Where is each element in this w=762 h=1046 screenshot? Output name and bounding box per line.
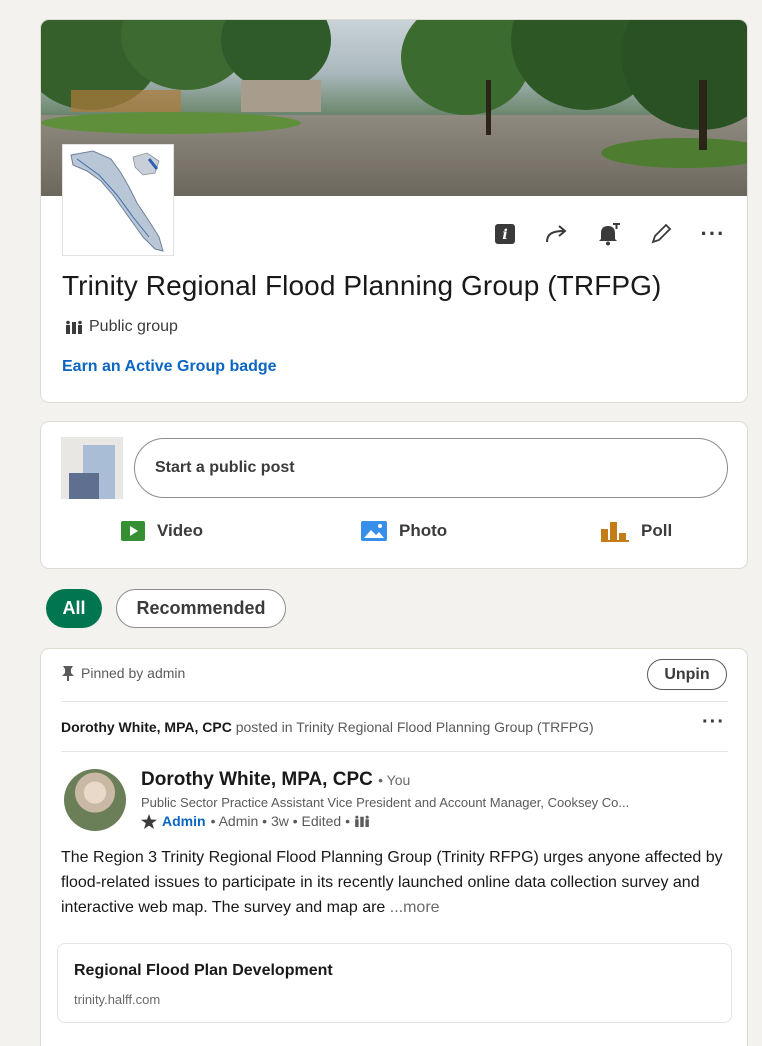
author-meta: Admin • Admin • 3w • Edited •: [141, 813, 369, 829]
photo-icon: [361, 521, 387, 541]
page: i ··· Trinity Regional Flood Planning Gr…: [20, 0, 749, 1046]
user-avatar[interactable]: [61, 437, 123, 499]
group-people-icon: [66, 320, 82, 334]
link-preview-card[interactable]: Regional Flood Plan Development trinity.…: [57, 943, 732, 1023]
pinned-row: Pinned by admin: [61, 665, 185, 681]
edit-pencil-icon[interactable]: [647, 220, 675, 248]
post-body: The Region 3 Trinity Regional Flood Plan…: [61, 845, 731, 920]
author-name-row: Dorothy White, MPA, CPC • You: [141, 769, 410, 791]
posted-in-prefix: posted in: [235, 719, 293, 735]
group-type-label: Public group: [89, 318, 178, 335]
video-button[interactable]: Video: [121, 520, 203, 542]
posted-in-group[interactable]: Trinity Regional Flood Planning Group (T…: [296, 719, 594, 735]
poll-button[interactable]: Poll: [601, 520, 672, 542]
svg-text:i: i: [502, 227, 507, 243]
video-icon: [121, 521, 145, 541]
see-more-link[interactable]: ...more: [390, 899, 440, 916]
pinned-post-card: Pinned by admin Unpin Dorothy White, MPA…: [40, 648, 748, 1046]
link-domain: trinity.halff.com: [74, 992, 161, 1007]
pinned-label: Pinned by admin: [81, 665, 186, 681]
admin-star-icon: [141, 813, 157, 829]
group-type: Public group: [66, 318, 178, 336]
media-options: Video Photo Poll: [41, 520, 747, 554]
filter-recommended-pill[interactable]: Recommended: [116, 589, 286, 628]
group-header-card: i ··· Trinity Regional Flood Planning Gr…: [40, 19, 748, 403]
author-headline: Public Sector Practice Assistant Vice Pr…: [141, 795, 630, 810]
info-icon[interactable]: i: [491, 220, 519, 248]
pin-icon: [62, 666, 74, 681]
video-label: Video: [157, 521, 203, 540]
poster-name[interactable]: Dorothy White, MPA, CPC: [61, 719, 232, 735]
group-action-row: i ···: [491, 220, 727, 248]
start-post-input[interactable]: Start a public post: [134, 438, 728, 498]
posted-in-row: Dorothy White, MPA, CPC posted in Trinit…: [61, 719, 594, 735]
share-icon[interactable]: [543, 220, 571, 248]
group-logo: [62, 144, 174, 256]
earn-badge-link[interactable]: Earn an Active Group badge: [62, 358, 277, 376]
photo-label: Photo: [399, 521, 448, 540]
author-meta-text: • Admin • 3w • Edited •: [210, 813, 351, 829]
notification-bell-icon[interactable]: [595, 220, 623, 248]
divider: [61, 701, 728, 702]
trinity-basin-map-icon: [70, 150, 164, 252]
group-title: Trinity Regional Flood Planning Group (T…: [62, 270, 662, 301]
post-composer-card: Start a public post Video Photo Poll: [40, 421, 748, 569]
more-horizontal-icon[interactable]: ···: [699, 220, 727, 248]
you-label: • You: [378, 772, 411, 788]
poll-icon: [601, 522, 629, 542]
admin-role-label: Admin: [162, 813, 206, 829]
link-title: Regional Flood Plan Development: [74, 962, 333, 979]
poll-label: Poll: [641, 521, 673, 540]
more-dots-label: ···: [700, 221, 726, 246]
filter-all-pill[interactable]: All: [46, 589, 102, 628]
unpin-button[interactable]: Unpin: [647, 659, 727, 690]
group-visibility-icon: [355, 815, 369, 827]
author-name[interactable]: Dorothy White, MPA, CPC: [141, 769, 373, 790]
author-avatar[interactable]: [64, 769, 126, 831]
divider: [61, 751, 728, 752]
photo-button[interactable]: Photo: [361, 520, 447, 542]
post-more-icon[interactable]: ···: [702, 711, 725, 734]
